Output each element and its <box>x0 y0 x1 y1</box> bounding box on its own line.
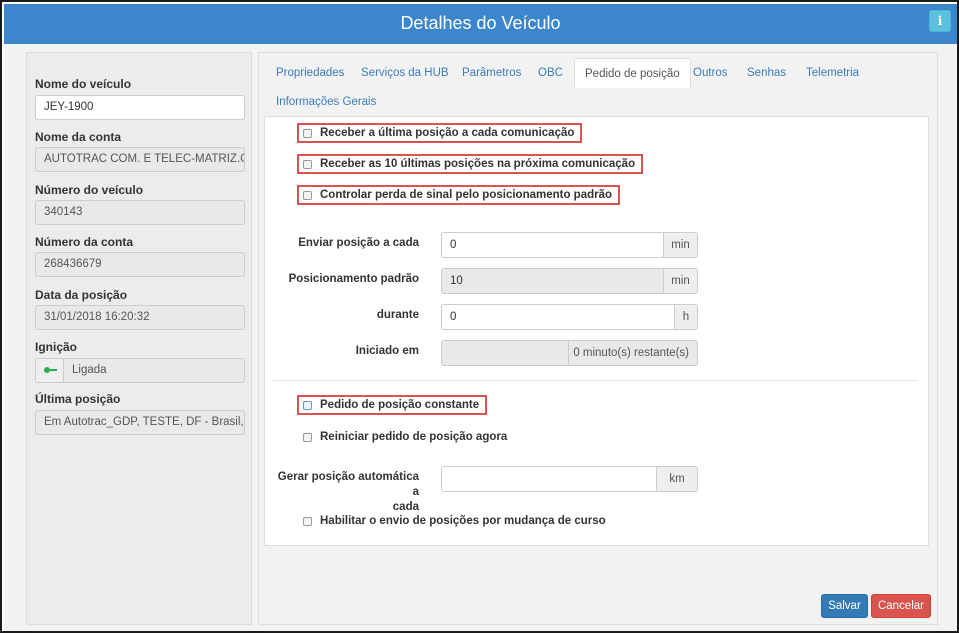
ignition-addon <box>36 359 64 382</box>
duration-input[interactable]: 0 <box>441 304 675 330</box>
account-number-label: Número da conta <box>35 235 134 249</box>
last-position-each-comm-option[interactable]: Receber a última posição a cada comunica… <box>297 123 583 143</box>
vehicle-number-label: Número do veículo <box>35 183 144 197</box>
account-name-label: Nome da conta <box>35 130 122 144</box>
send-every-input[interactable]: 0 <box>441 232 664 258</box>
last-10-positions-option[interactable]: Receber as 10 últimas posições na próxim… <box>297 154 644 174</box>
restart-position-request-checkbox[interactable] <box>303 432 312 442</box>
restart-position-request-label: Reiniciar pedido de posição agora <box>320 431 508 443</box>
last-10-positions-label: Receber as 10 últimas posições na próxim… <box>320 158 636 170</box>
restart-position-request-option[interactable]: Reiniciar pedido de posição agora <box>303 427 507 447</box>
constant-position-request-option[interactable]: Pedido de posição constante <box>297 395 488 415</box>
tab-general-info[interactable]: Informações Gerais <box>276 87 376 117</box>
constant-position-request-checkbox[interactable] <box>303 400 312 410</box>
last-10-positions-checkbox[interactable] <box>303 159 312 169</box>
duration-label: durante <box>376 309 419 321</box>
signal-loss-control-option[interactable]: Controlar perda de sinal pelo posicionam… <box>297 185 621 205</box>
last-position-field: Em Autotrac_GDP, TESTE, DF - Brasil, 0,0 <box>35 410 245 435</box>
send-every-label: Enviar posição a cada <box>298 237 419 249</box>
ignition-label: Ignição <box>35 340 78 354</box>
save-button[interactable]: Salvar <box>821 594 868 618</box>
last-position-each-comm-checkbox[interactable] <box>303 128 312 138</box>
started-at-progress: 0 minuto(s) restante(s) <box>441 340 698 366</box>
tab-passwords[interactable]: Senhas <box>747 58 786 88</box>
tab-others[interactable]: Outros <box>693 58 728 88</box>
details-tabs-panel: Propriedades Serviços da HUB Parâmetros … <box>258 52 938 625</box>
main-area: Nome do veículo JEY-1900 Nome da conta A… <box>4 44 957 631</box>
tab-hub-services[interactable]: Serviços da HUB <box>361 58 449 88</box>
section-divider <box>273 380 918 381</box>
tab-position-request[interactable]: Pedido de posição <box>574 58 691 88</box>
vehicle-details-window: Detalhes do Veículo i Nome do veículo JE… <box>0 0 959 633</box>
auto-position-label: Gerar posição automática a cada <box>275 470 419 515</box>
position-date-label: Data da posição <box>35 288 128 302</box>
tab-parameters[interactable]: Parâmetros <box>462 58 521 88</box>
vehicle-name-label: Nome do veículo <box>35 77 132 91</box>
course-change-checkbox[interactable] <box>303 516 312 526</box>
last-position-each-comm-label: Receber a última posição a cada comunica… <box>320 127 575 139</box>
vehicle-summary-panel: Nome do veículo JEY-1900 Nome da conta A… <box>26 52 252 625</box>
account-name-field: AUTOTRAC COM. E TELEC-MATRIZ.GDP <box>35 147 245 172</box>
duration-unit: h <box>675 304 698 330</box>
send-every-unit: min <box>664 232 698 258</box>
course-change-label: Habilitar o envio de posições por mudanç… <box>320 515 606 527</box>
vehicle-name-field[interactable]: JEY-1900 <box>35 95 245 120</box>
constant-position-request-label: Pedido de posição constante <box>320 399 480 411</box>
vehicle-number-field: 340143 <box>35 200 245 225</box>
info-button[interactable]: i <box>929 10 951 32</box>
started-at-label: Iniciado em <box>355 345 419 357</box>
default-position-input: 10 <box>441 268 664 294</box>
position-request-content: Receber a última posição a cada comunica… <box>264 116 929 546</box>
window-header: Detalhes do Veículo i <box>4 4 957 44</box>
account-number-field: 268436679 <box>35 252 245 277</box>
tab-obc[interactable]: OBC <box>538 58 563 88</box>
key-icon <box>44 367 58 373</box>
signal-loss-control-label: Controlar perda de sinal pelo posicionam… <box>320 189 613 201</box>
cancel-button[interactable]: Cancelar <box>871 594 931 618</box>
course-change-option[interactable]: Habilitar o envio de posições por mudanç… <box>303 511 606 531</box>
auto-position-label-line1: Gerar posição automática a <box>277 471 419 498</box>
auto-position-unit: km <box>657 466 698 492</box>
auto-position-input[interactable] <box>441 466 657 492</box>
window-title: Detalhes do Veículo <box>400 13 561 33</box>
tab-telemetry[interactable]: Telemetria <box>806 58 859 88</box>
ignition-value: Ligada <box>72 364 107 376</box>
tab-properties[interactable]: Propriedades <box>276 58 344 88</box>
signal-loss-control-checkbox[interactable] <box>303 190 312 200</box>
position-date-field: 31/01/2018 16:20:32 <box>35 305 245 330</box>
remaining-time-text: 0 minuto(s) restante(s) <box>573 347 689 359</box>
default-position-unit: min <box>664 268 698 294</box>
ignition-field: Ligada <box>35 358 245 383</box>
default-position-label: Posicionamento padrão <box>288 273 419 285</box>
last-position-label: Última posição <box>35 392 121 406</box>
